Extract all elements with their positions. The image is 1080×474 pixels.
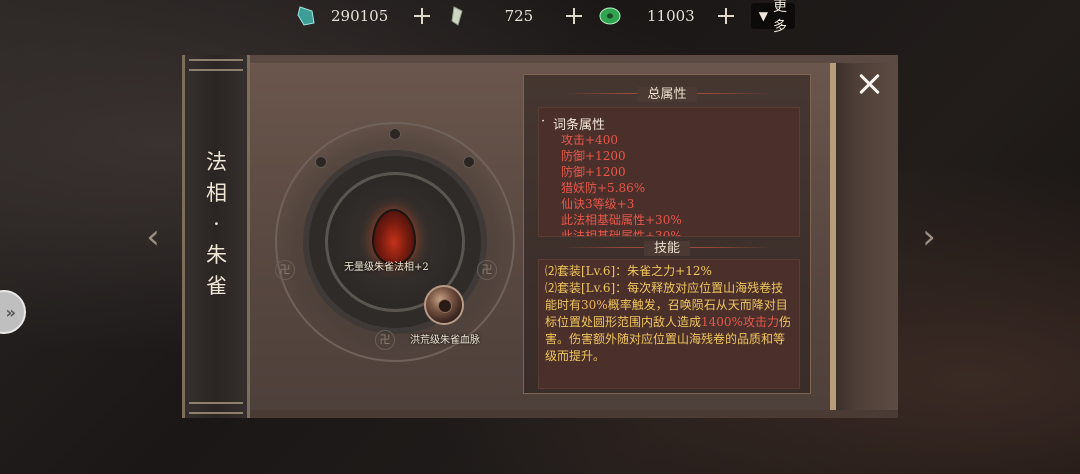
scroll-spine: 法相·朱雀 bbox=[182, 55, 250, 418]
add-scroll-button[interactable] bbox=[565, 7, 582, 25]
rune-icon: 卍 bbox=[375, 330, 395, 350]
total-attributes-header: 总属性 bbox=[524, 83, 810, 103]
attribute-category: 词条属性 bbox=[541, 114, 605, 133]
jade-crystal-icon bbox=[295, 5, 317, 27]
currency-jade: 290105 bbox=[295, 5, 403, 27]
add-jade-button[interactable] bbox=[413, 7, 430, 25]
attribute-item: 攻击+400 bbox=[561, 133, 618, 147]
ring-node bbox=[389, 128, 401, 140]
currency-coin: 11003 bbox=[599, 5, 707, 27]
skill-line: ⑵套装[Lv.6]：朱雀之力+12% bbox=[545, 264, 712, 278]
more-button[interactable]: ▼ 更多 bbox=[750, 0, 795, 35]
close-button[interactable] bbox=[855, 70, 883, 98]
bloodline-orb[interactable] bbox=[424, 285, 464, 325]
next-arrow-button[interactable]: › bbox=[916, 218, 942, 256]
side-menu-toggle[interactable]: » bbox=[0, 290, 26, 334]
currency-coin-value: 11003 bbox=[646, 7, 695, 25]
skills-header: 技能 bbox=[524, 237, 810, 257]
attribute-item: 此法相基础属性+30% bbox=[561, 213, 682, 227]
currency-jade-value: 290105 bbox=[331, 7, 389, 25]
currency-bar: 290105 725 11003 ▼ 更多 bbox=[295, 0, 795, 35]
chevron-down-icon: ▼ bbox=[758, 9, 768, 23]
attribute-list: 攻击+400 防御+1200 防御+1200 猎妖防+5.86% 仙诀3等级+3… bbox=[561, 132, 682, 237]
skills-box[interactable]: ⑵套装[Lv.6]：朱雀之力+12% ⑵套装[Lv.6]：每次释放对应位置山海残… bbox=[538, 259, 800, 389]
bloodline-label: 洪荒级朱雀血脉 bbox=[410, 335, 480, 346]
core-label: 无量级朱雀法相+2 bbox=[344, 262, 429, 273]
attribute-pane: 总属性 词条属性 攻击+400 防御+1200 防御+1200 猎妖防+5.86… bbox=[523, 74, 811, 394]
attribute-item: 防御+1200 bbox=[561, 165, 626, 179]
ring-node bbox=[463, 156, 475, 168]
double-chevron-icon: » bbox=[5, 302, 16, 322]
scroll-icon bbox=[447, 5, 469, 27]
currency-scroll-value: 725 bbox=[504, 7, 534, 25]
currency-scroll: 725 bbox=[447, 5, 555, 27]
prev-arrow-button[interactable]: ‹ bbox=[140, 218, 166, 256]
attribute-item: 防御+1200 bbox=[561, 149, 626, 163]
rune-icon: 卍 bbox=[275, 260, 295, 280]
attribute-item: 此法相基础属性+30% bbox=[561, 229, 682, 237]
skill-description: ⑵套装[Lv.6]：每次释放对应位置山海残卷技能时有30%概率触发，召唤陨石从天… bbox=[545, 281, 791, 363]
panel-title: 法相·朱雀 bbox=[206, 150, 228, 298]
more-label: 更多 bbox=[773, 0, 787, 35]
faxiang-emblem: 卍 卍 卍 bbox=[275, 122, 515, 362]
attribute-item: 猎妖防+5.86% bbox=[561, 181, 646, 195]
attribute-box[interactable]: 词条属性 攻击+400 防御+1200 防御+1200 猎妖防+5.86% 仙诀… bbox=[538, 107, 800, 237]
vermilion-bird-core-gem[interactable] bbox=[372, 209, 416, 265]
scroll-edge bbox=[830, 63, 898, 410]
add-coin-button[interactable] bbox=[717, 7, 734, 25]
attribute-item: 仙诀3等级+3 bbox=[561, 197, 635, 211]
ring-node bbox=[315, 156, 327, 168]
jade-coin-icon bbox=[599, 5, 621, 27]
rune-icon: 卍 bbox=[477, 260, 497, 280]
